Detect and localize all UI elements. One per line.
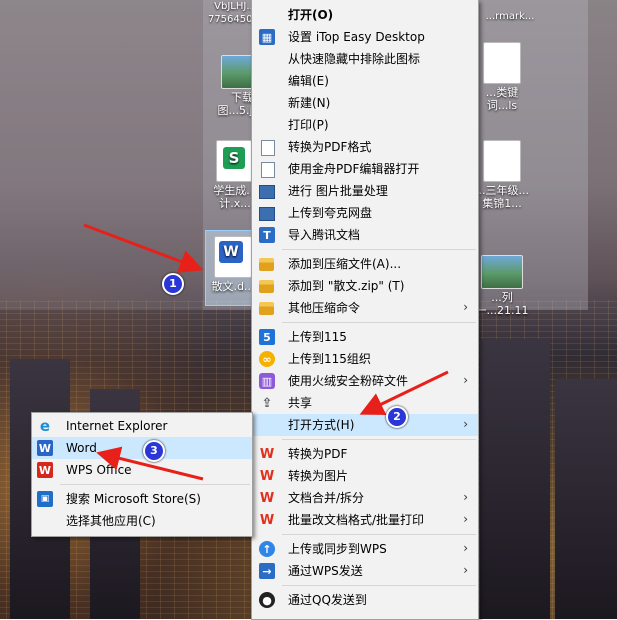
annotation-arrows [83, 223, 449, 481]
annotation-arrow-2 [359, 370, 449, 415]
annotation-arrow-1 [83, 223, 204, 273]
annotation-badge-3: 3 [143, 440, 165, 462]
annotation-badge-1: 1 [162, 273, 184, 295]
annotation-badge-2: 2 [386, 406, 408, 428]
